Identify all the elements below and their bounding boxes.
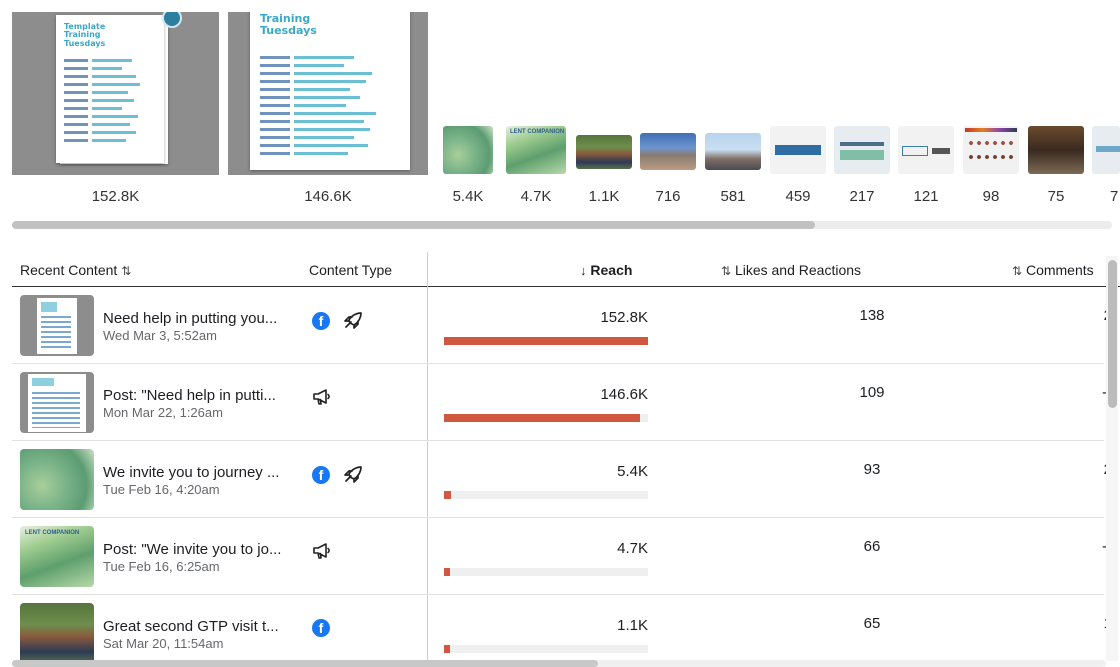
reach-value: 4.7K <box>617 540 648 557</box>
thumbnail-reach: 7 <box>1110 188 1119 205</box>
row-title[interactable]: Great second GTP visit t... <box>103 618 279 635</box>
row-title[interactable]: Need help in putting you... <box>103 310 277 327</box>
row-thumbnail[interactable]: LENT COMPANION <box>20 526 94 587</box>
table-horizontal-scrollbar-thumb[interactable] <box>12 660 598 667</box>
table-row[interactable]: We invite you to journey ... Tue Feb 16,… <box>12 441 1112 518</box>
reach-bar-fill <box>444 414 640 422</box>
column-header-content-type[interactable]: Content Type <box>309 262 392 278</box>
likes-value: 138 <box>859 307 885 324</box>
table-header: Recent Content ⇅ Content Type ↓ Reach ⇅ … <box>12 252 1120 287</box>
content-thumbnail[interactable] <box>443 126 493 174</box>
thumbnail-reach: 75 <box>1047 188 1065 205</box>
facebook-icon: f <box>312 312 330 330</box>
thumbnail-reach: 1.1K <box>588 188 620 205</box>
thumbnail-title: Template Training Tuesdays <box>64 22 106 48</box>
thumbnail-reach: 716 <box>655 188 681 205</box>
table-row[interactable]: Post: "Need help in putti... Mon Mar 22,… <box>12 364 1112 441</box>
thumbnail-reach: 5.4K <box>452 188 484 205</box>
content-type-icons <box>312 388 332 406</box>
reach-bar-track <box>444 645 648 653</box>
row-date: Sat Mar 20, 11:54am <box>103 636 224 651</box>
sort-icon: ⇅ <box>121 264 132 278</box>
reach-bar-fill <box>444 337 648 345</box>
content-thumbnail[interactable]: LENT COMPANION <box>506 126 566 174</box>
reach-value: 146.6K <box>600 386 648 403</box>
thumbnail-reach: 217 <box>849 188 875 205</box>
row-date: Wed Mar 3, 5:52am <box>103 328 217 343</box>
facebook-icon: f <box>312 466 330 484</box>
top-content-strip: Template Training Tuesdays 152.8K Traini… <box>0 0 1120 232</box>
content-thumbnail[interactable] <box>1028 126 1084 174</box>
reach-value: 5.4K <box>617 463 648 480</box>
column-header-likes-reactions[interactable]: ⇅ Likes and Reactions <box>721 262 861 278</box>
table-row[interactable]: Need help in putting you... Wed Mar 3, 5… <box>12 287 1112 364</box>
boost-rocket-icon <box>344 312 362 329</box>
content-thumbnail[interactable]: Training Tuesdays <box>228 12 428 175</box>
sort-descending-icon: ↓ <box>580 263 587 278</box>
likes-value: 65 <box>863 615 881 632</box>
reach-value: 152.8K <box>600 309 648 326</box>
row-thumbnail[interactable] <box>20 449 94 510</box>
horizontal-scrollbar-thumb[interactable] <box>12 221 815 229</box>
reach-value: 1.1K <box>617 617 648 634</box>
thumbnail-reach: 581 <box>720 188 746 205</box>
ad-megaphone-icon <box>313 389 330 405</box>
facebook-icon: f <box>312 619 330 637</box>
content-type-icons: f <box>312 465 364 485</box>
reach-bar-track <box>444 491 648 499</box>
content-thumbnail[interactable] <box>705 133 761 170</box>
row-thumbnail[interactable] <box>20 295 94 356</box>
thumbnail-banner: LENT COMPANION <box>25 530 80 536</box>
content-type-icons: f <box>312 619 330 637</box>
thumbnail-banner: LENT COMPANION <box>510 129 565 135</box>
table-row[interactable]: LENT COMPANION Post: "We invite you to j… <box>12 518 1112 595</box>
row-date: Mon Mar 22, 1:26am <box>103 405 223 420</box>
boost-rocket-icon <box>344 466 362 483</box>
thumbnail-reach: 152.8K <box>91 188 140 205</box>
reach-bar-fill <box>444 645 450 653</box>
content-thumbnail[interactable] <box>963 126 1019 174</box>
reach-bar-track <box>444 414 648 422</box>
table-row[interactable]: Great second GTP visit t... Sat Mar 20, … <box>12 595 1112 665</box>
reach-bar-fill <box>444 568 450 576</box>
content-insights-panel: Template Training Tuesdays 152.8K Traini… <box>0 0 1120 667</box>
content-thumbnail[interactable]: Template Training Tuesdays <box>12 12 219 175</box>
recent-content-table: Recent Content ⇅ Content Type ↓ Reach ⇅ … <box>0 252 1120 667</box>
row-thumbnail[interactable] <box>20 603 94 664</box>
ad-megaphone-icon <box>313 543 330 559</box>
reach-bar-track <box>444 337 648 345</box>
sort-icon: ⇅ <box>721 264 732 278</box>
row-thumbnail[interactable] <box>20 372 94 433</box>
content-thumbnail[interactable] <box>640 133 696 170</box>
column-header-comments[interactable]: ⇅ Comments <box>1012 262 1094 278</box>
content-thumbnail[interactable] <box>898 126 954 174</box>
content-thumbnail[interactable] <box>834 126 890 174</box>
reach-bar-fill <box>444 491 451 499</box>
content-type-icons: f <box>312 311 364 331</box>
likes-value: 66 <box>863 538 881 555</box>
row-title[interactable]: Post: "We invite you to jo... <box>103 541 281 558</box>
row-date: Tue Feb 16, 6:25am <box>103 559 220 574</box>
content-type-icons <box>312 542 332 560</box>
likes-value: 109 <box>859 384 885 401</box>
thumbnail-title: Training Tuesdays <box>260 12 317 37</box>
sort-icon: ⇅ <box>1012 264 1023 278</box>
thumbnail-reach: 4.7K <box>520 188 552 205</box>
likes-value: 93 <box>863 461 881 478</box>
thumbnail-reach: 146.6K <box>304 188 352 205</box>
row-title[interactable]: Post: "Need help in putti... <box>103 387 276 404</box>
column-header-reach[interactable]: ↓ Reach <box>580 262 632 278</box>
content-thumbnail[interactable] <box>1092 126 1120 174</box>
content-thumbnail[interactable] <box>770 126 826 174</box>
reach-bar-track <box>444 568 648 576</box>
column-header-recent-content[interactable]: Recent Content ⇅ <box>20 262 131 278</box>
thumbnail-reach: 121 <box>913 188 939 205</box>
row-title[interactable]: We invite you to journey ... <box>103 464 279 481</box>
row-date: Tue Feb 16, 4:20am <box>103 482 220 497</box>
content-thumbnail[interactable] <box>576 135 632 169</box>
thumbnail-reach: 98 <box>982 188 1000 205</box>
thumbnail-reach: 459 <box>785 188 811 205</box>
vertical-scrollbar-thumb[interactable] <box>1108 260 1117 408</box>
logo-seal <box>162 12 182 28</box>
